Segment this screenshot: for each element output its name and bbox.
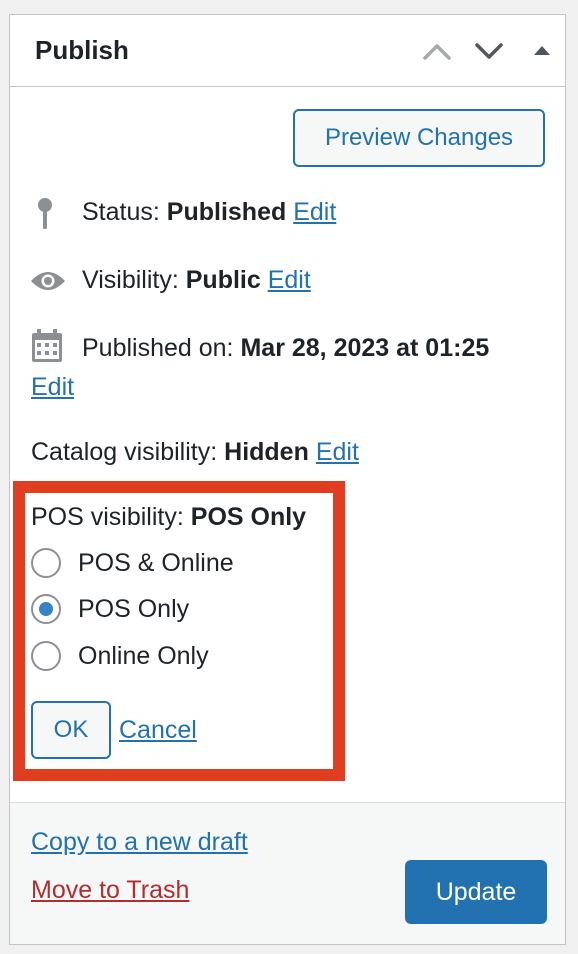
pin-icon xyxy=(38,198,52,229)
toggle-panel-button[interactable] xyxy=(522,31,562,71)
ok-button[interactable]: OK xyxy=(31,701,111,759)
published-on-value: Mar 28, 2023 at 01:25 xyxy=(240,334,490,362)
published-on-row: Published on: Mar 28, 2023 at 01:25 xyxy=(82,334,489,363)
catalog-visibility-row: Catalog visibility: Hidden Edit xyxy=(31,438,359,467)
status-row: Status: Published Edit xyxy=(82,198,336,227)
visibility-label: Visibility: xyxy=(82,266,179,294)
calendar-icon xyxy=(32,329,62,362)
move-down-button[interactable] xyxy=(469,31,509,71)
copy-to-draft-link[interactable]: Copy to a new draft xyxy=(31,828,248,857)
visibility-row: Visibility: Public Edit xyxy=(82,266,311,295)
radio-pos-only[interactable] xyxy=(31,594,61,624)
published-on-label: Published on: xyxy=(82,334,234,362)
publish-panel: Publish Preview Changes Status: Publishe… xyxy=(9,14,566,945)
catalog-visibility-edit-link[interactable]: Edit xyxy=(316,438,359,466)
move-to-trash-link[interactable]: Move to Trash xyxy=(31,876,189,905)
chevron-down-icon xyxy=(475,43,503,59)
published-on-edit-row: Edit xyxy=(31,373,74,402)
preview-changes-button[interactable]: Preview Changes xyxy=(293,109,545,167)
catalog-visibility-value: Hidden xyxy=(224,438,309,466)
radio-pos-only-label[interactable]: POS Only xyxy=(78,595,189,624)
cancel-link[interactable]: Cancel xyxy=(119,716,197,745)
visibility-edit-link[interactable]: Edit xyxy=(268,266,311,294)
status-edit-link[interactable]: Edit xyxy=(293,198,336,226)
update-button[interactable]: Update xyxy=(405,860,547,924)
catalog-visibility-label: Catalog visibility: xyxy=(31,438,218,466)
status-value: Published xyxy=(166,198,287,226)
radio-pos-and-online[interactable] xyxy=(31,548,61,578)
pos-visibility-label: POS visibility: xyxy=(31,503,184,531)
visibility-value: Public xyxy=(185,266,261,294)
radio-online-only-label[interactable]: Online Only xyxy=(78,642,209,671)
chevron-up-icon xyxy=(423,44,451,60)
panel-header: Publish xyxy=(10,15,565,87)
eye-icon xyxy=(31,272,65,290)
radio-pos-and-online-label[interactable]: POS & Online xyxy=(78,549,234,578)
published-on-edit-link[interactable]: Edit xyxy=(31,373,74,401)
status-label: Status: xyxy=(82,198,160,226)
radio-online-only[interactable] xyxy=(31,641,61,671)
panel-title: Publish xyxy=(35,35,129,65)
pos-visibility-row: POS visibility: POS Only xyxy=(31,503,306,532)
triangle-up-icon xyxy=(534,46,550,55)
move-up-button[interactable] xyxy=(417,31,457,71)
pos-visibility-value: POS Only xyxy=(190,503,307,531)
